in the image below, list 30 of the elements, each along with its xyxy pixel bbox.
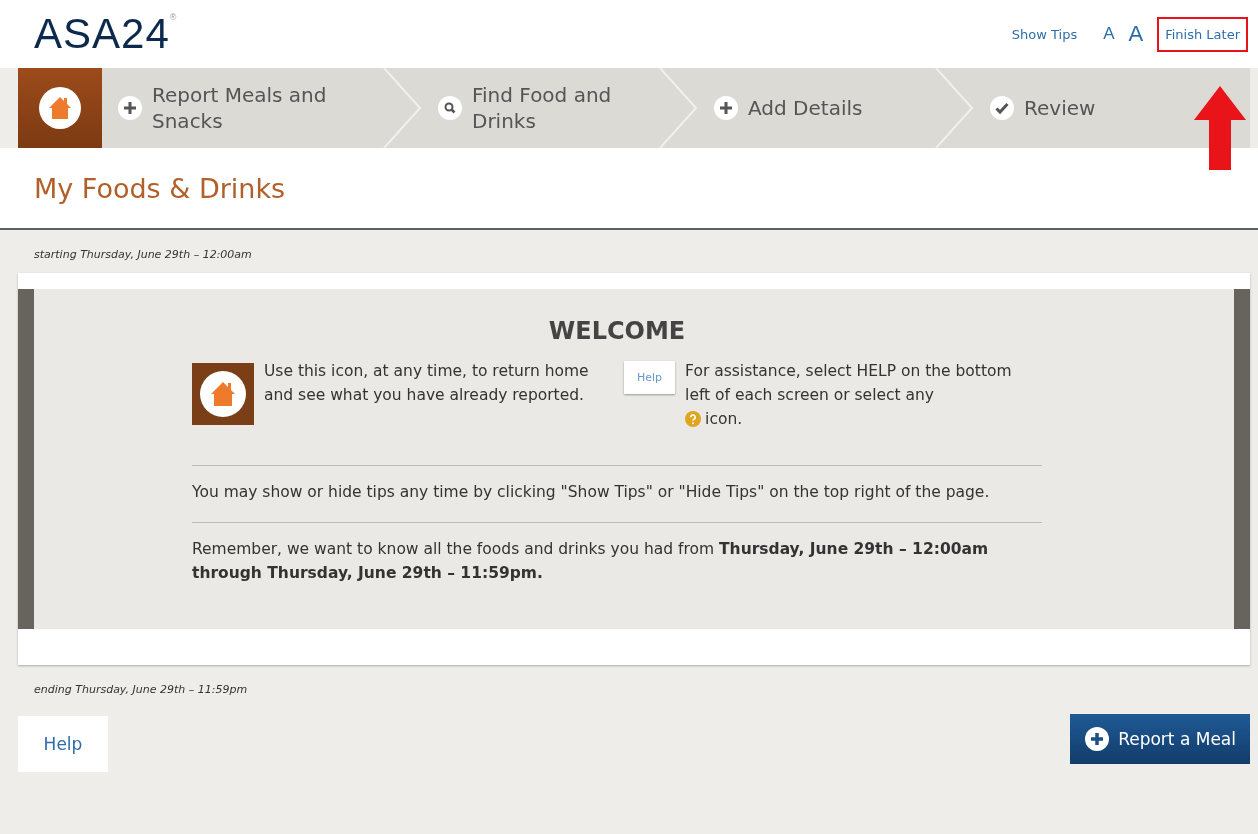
show-tips-link[interactable]: Show Tips <box>1011 26 1078 42</box>
logo: ASA24$^{®}$ <box>34 10 178 58</box>
home-icon <box>192 363 254 425</box>
check-icon <box>990 96 1014 120</box>
font-small-button[interactable]: A <box>1103 24 1115 44</box>
step-tab[interactable]: Review <box>974 68 1250 148</box>
page-title: My Foods & Drinks <box>34 172 286 204</box>
home-instruction-text: Use this icon, at any time, to return home and see what you have already reported. <box>264 361 590 406</box>
search-icon <box>438 96 462 120</box>
finish-later-button[interactable]: Finish Later <box>1157 16 1248 52</box>
step-tab[interactable]: Find Food and Drinks <box>422 68 698 148</box>
home-icon <box>38 86 82 130</box>
plus-icon <box>1084 726 1111 753</box>
tip-paragraph: Remember, we want to know all the foods and drinks you had from Thursday, June 29th – 12:00am through Thursday, June 29th – 11:59pm. <box>192 539 990 585</box>
help-button[interactable]: Help <box>18 716 108 773</box>
plus-icon <box>714 96 738 120</box>
step-tab[interactable]: Add Details <box>698 68 974 148</box>
welcome-title: WELCOME <box>547 317 687 345</box>
start-time-text: starting Thursday, June 29th – 12:00am <box>33 247 253 263</box>
question-icon <box>685 411 702 428</box>
plus-icon <box>118 96 142 120</box>
font-large-button[interactable]: A <box>1128 21 1144 47</box>
home-button[interactable] <box>18 68 102 148</box>
help-sample-button[interactable]: Help <box>624 361 676 394</box>
end-time-text: ending Thursday, June 29th – 11:59pm <box>33 682 249 699</box>
step-tab[interactable]: Report Meals and Snacks <box>102 68 422 148</box>
icon-text: icon. <box>705 409 743 431</box>
report-meal-button[interactable]: Report a Meal <box>1070 714 1250 765</box>
tip-paragraph: You may show or hide tips any time by clicking "Show Tips" or "Hide Tips" on the top right of the page. <box>192 482 991 504</box>
arrow-icon <box>1194 86 1246 170</box>
